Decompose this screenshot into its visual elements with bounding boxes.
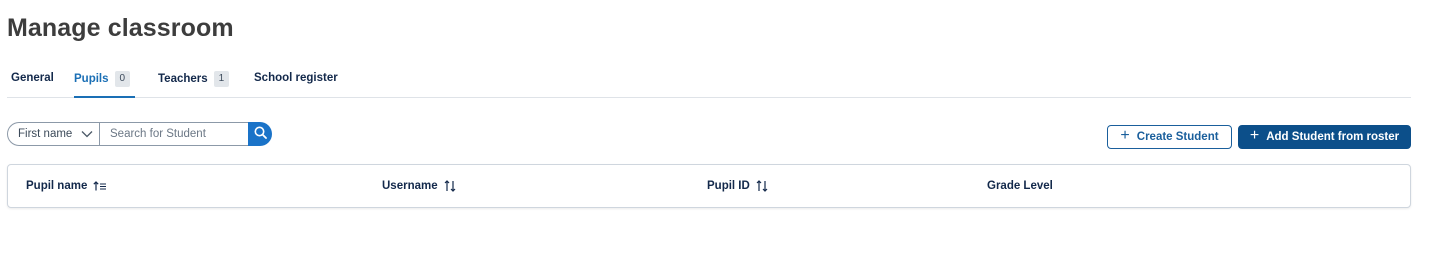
column-header-pupil-id-label: Pupil ID (707, 180, 750, 192)
chevron-down-icon (81, 130, 93, 138)
create-student-label: Create Student (1136, 131, 1219, 143)
plus-icon: + (1120, 127, 1130, 144)
column-header-username-label: Username (382, 180, 438, 192)
tab-teachers-label: Teachers (158, 72, 208, 85)
teachers-count-badge: 1 (213, 70, 230, 87)
column-header-pupil-name-label: Pupil name (26, 180, 88, 192)
tab-general[interactable]: General (11, 59, 54, 96)
create-student-button[interactable]: + Create Student (1107, 125, 1232, 149)
sort-ascending-icon[interactable] (93, 181, 107, 191)
tab-school-register-label: School register (254, 71, 338, 84)
search-field-selected-value: First name (18, 128, 73, 140)
column-header-pupil-id[interactable]: Pupil ID (707, 165, 768, 207)
tab-general-label: General (11, 71, 54, 84)
search-submit-button[interactable] (248, 122, 272, 146)
column-header-pupil-name[interactable]: Pupil name (26, 165, 107, 207)
pupils-table: Pupil name Username Pupil ID Grade Level (7, 164, 1411, 208)
search-icon (254, 126, 267, 142)
tab-school-register[interactable]: School register (254, 59, 338, 96)
add-student-from-roster-button[interactable]: + Add Student from roster (1238, 125, 1411, 149)
tab-teachers[interactable]: Teachers 1 (158, 60, 230, 97)
tab-pupils[interactable]: Pupils 0 (74, 60, 136, 98)
column-header-grade-level-label: Grade Level (987, 180, 1053, 192)
tab-pupils-label: Pupils (74, 72, 109, 85)
add-student-from-roster-label: Add Student from roster (1266, 131, 1400, 143)
tab-bar: General Pupils 0 Teachers 1 School regis… (7, 60, 1411, 98)
student-search-bar: First name (7, 122, 272, 146)
page-title: Manage classroom (7, 14, 234, 42)
column-header-grade-level: Grade Level (987, 165, 1053, 207)
sort-icon[interactable] (444, 180, 456, 192)
student-search-input[interactable] (99, 122, 248, 146)
plus-icon: + (1249, 127, 1260, 144)
sort-icon[interactable] (756, 180, 768, 192)
search-field-select[interactable]: First name (7, 122, 99, 146)
column-header-username[interactable]: Username (382, 165, 456, 207)
pupils-count-badge: 0 (114, 70, 131, 87)
